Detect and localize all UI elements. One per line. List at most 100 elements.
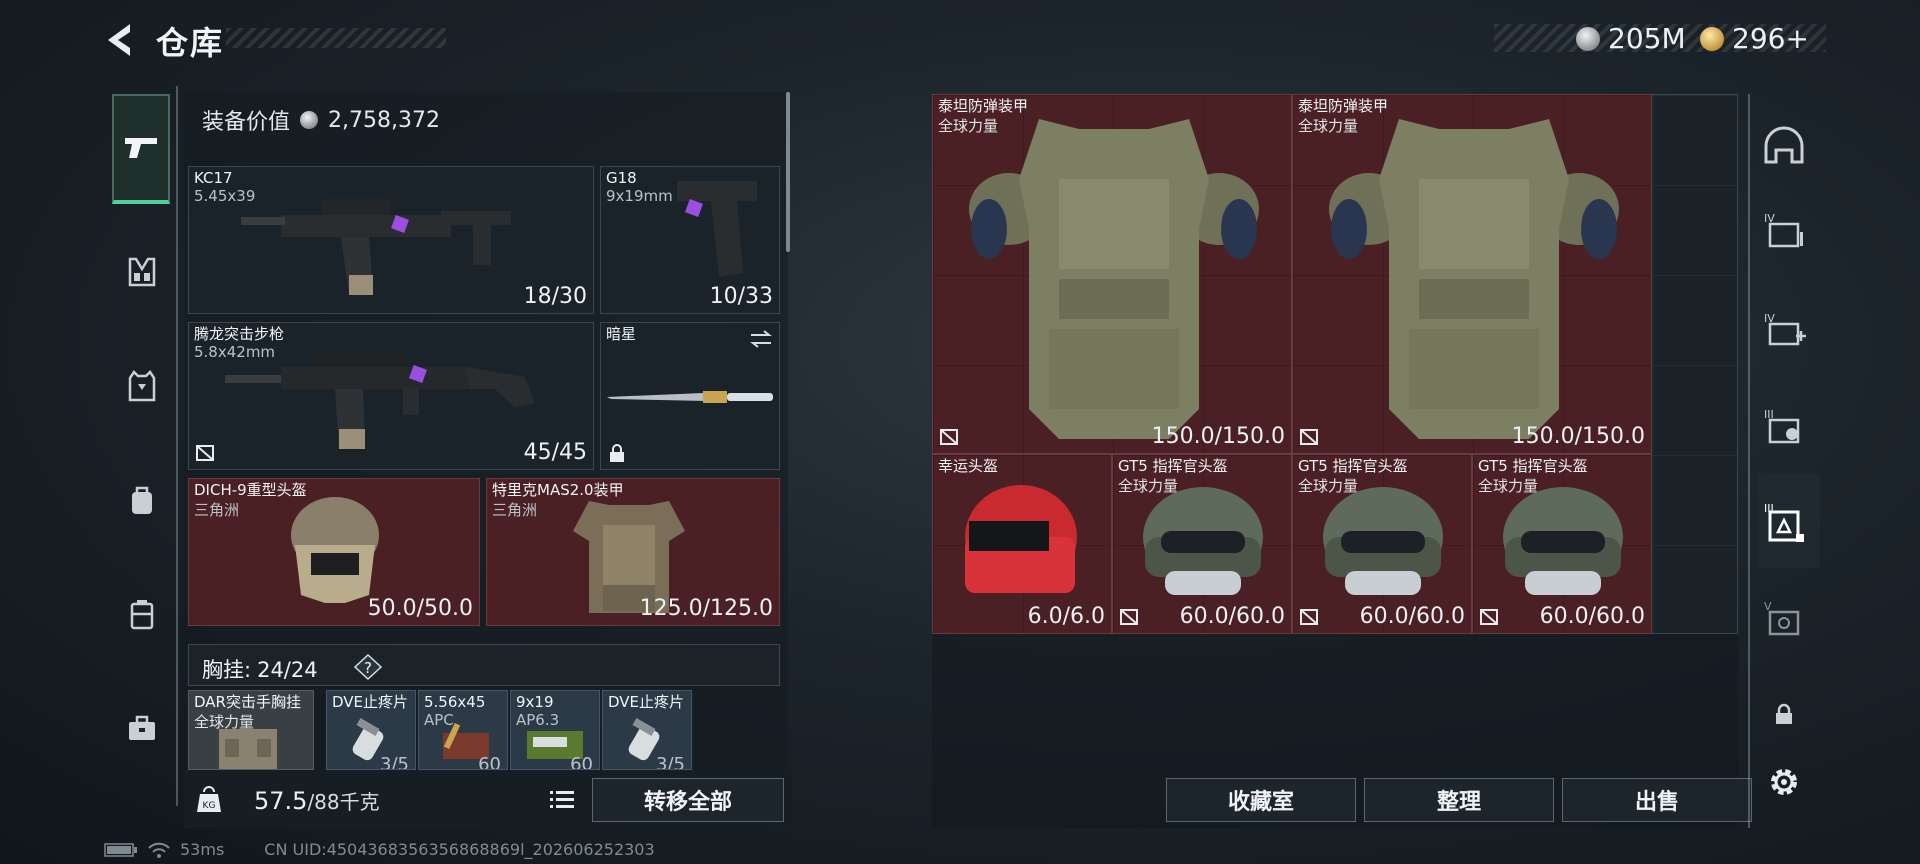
storage-item[interactable]: 泰坦防弹装甲 全球力量 150.0/150.0 [1292,94,1652,454]
chest-rig-item[interactable]: DAR突击手胸挂 全球力量 [188,690,314,770]
case-icon [130,600,154,630]
collection-room-button[interactable]: 收藏室 [1166,778,1356,822]
help-icon[interactable]: ? [353,653,383,681]
lock-icon [1776,703,1792,724]
no-insure-icon [1300,429,1318,445]
storage-tab-iii[interactable]: III [1760,402,1808,450]
inventory-item[interactable]: 9x19 AP6.3 60 [510,690,600,770]
wifi-icon [148,842,170,858]
sell-button[interactable]: 出售 [1562,778,1752,822]
battery-icon [104,842,137,857]
svg-text:KG: KG [203,801,216,811]
item-name: 暗星 [606,325,637,343]
item-durability: 50.0/50.0 [367,596,473,621]
level-v-icon: V [1764,600,1800,636]
back-arrow-icon [108,24,130,56]
toolbox-icon [129,715,155,740]
helmet-slot[interactable]: DICH-9重型头盔 三角洲 50.0/50.0 [188,478,480,626]
item-ammo-count: 45/45 [523,440,587,465]
settings-gear-icon [1771,769,1797,795]
pistol-icon [125,138,157,158]
titan-armor-image [969,119,1259,439]
nav-case[interactable] [114,586,170,642]
gold-coin-icon [1700,26,1724,51]
silver-coin-icon [1576,26,1600,51]
chest-rig-image [219,729,277,769]
level-iii-icon: III [1764,408,1800,444]
transfer-all-button[interactable]: 转移全部 [592,778,784,822]
inventory-item[interactable]: DVE止疼片 3/5 [602,690,692,770]
primary-weapon-slot[interactable]: KC17 5.45x39 18/30 [188,166,594,314]
swap-icon[interactable] [749,329,773,349]
item-caliber: 9x19mm [606,187,673,205]
no-insure-icon [196,445,214,461]
list-icon [550,791,574,808]
item-ammo-count: 10/33 [709,284,773,309]
storage-item[interactable]: 幸运头盔 6.0/6.0 [932,454,1112,634]
silver-coin-icon [300,111,319,129]
nav-weapons[interactable] [112,94,170,204]
rifle-image [241,199,511,295]
page-title: 仓库 [156,24,225,62]
level-iii-active-icon: III [1764,502,1804,542]
armor-slot[interactable]: 特里克MAS2.0装甲 三角洲 125.0/125.0 [486,478,780,626]
item-faction: 三角洲 [492,501,538,519]
backpack-icon [132,486,152,514]
pistol-image [677,181,757,277]
lucky-helmet-image [965,485,1077,593]
left-category-nav [104,86,178,806]
back-button[interactable] [100,18,140,62]
storage-tab-locked[interactable] [1760,690,1808,738]
no-insure-icon [1300,609,1318,625]
equipment-value-label: 装备价值 [202,110,291,135]
lock-icon [610,444,624,462]
knife-image [607,391,773,403]
currency-silver[interactable]: 205M [1576,22,1686,55]
no-insure-icon [1480,609,1498,625]
item-durability: 125.0/125.0 [639,596,773,621]
titan-armor-image [1329,119,1619,439]
user-uid: CN UID:4504368356356868869l_202606252303 [264,840,655,859]
storage-tab-iv-folder[interactable]: IV [1760,206,1808,254]
storage-tab-v[interactable]: V [1760,594,1808,642]
carry-weight: 57.5/88千克 [254,787,380,815]
storage-item[interactable]: GT5 指挥官头盔 全球力量 60.0/60.0 [1112,454,1292,634]
storage-tab-helmet[interactable] [1760,122,1808,170]
level-iv-add-icon: IV [1764,312,1806,346]
storage-item[interactable]: GT5 指挥官头盔 全球力量 60.0/60.0 [1472,454,1652,634]
nav-chest-rig[interactable] [114,244,170,300]
item-name: KC17 [194,169,233,187]
storage-item[interactable]: 泰坦防弹装甲 全球力量 150.0/150.0 [932,94,1292,454]
nav-backpack[interactable] [114,472,170,528]
melee-slot[interactable]: 暗星 [600,322,780,470]
item-ammo-count: 18/30 [523,284,587,309]
sort-button[interactable]: 整理 [1364,778,1554,822]
weight-icon: KG [196,784,222,814]
title-decoration [226,28,446,48]
settings-button[interactable] [1760,758,1808,806]
equipment-value-amount: 2,758,372 [328,107,440,133]
nav-armor[interactable] [114,358,170,414]
storage-item[interactable]: GT5 指挥官头盔 全球力量 60.0/60.0 [1292,454,1472,634]
currency-gold[interactable]: 296+ [1700,22,1809,55]
no-insure-icon [1120,609,1138,625]
equipment-scrollbar[interactable] [786,92,790,252]
storage-tab-iv-add[interactable]: IV [1760,306,1808,354]
commander-helmet-image [1143,487,1263,595]
chest-rig-label: 胸挂: 24/24 [202,658,318,682]
status-bar: 53ms CN UID:4504368356356868869l_2026062… [104,840,655,859]
inventory-item[interactable]: 5.56x45 APC 60 [418,690,508,770]
gold-amount: 296+ [1732,22,1809,55]
heavy-helmet-image [291,497,379,603]
no-insure-icon [940,429,958,445]
nav-toolbox[interactable] [114,700,170,756]
inventory-item[interactable]: DVE止疼片 3/5 [326,690,416,770]
commander-helmet-image [1323,487,1443,595]
armor-vest-icon [128,370,156,402]
list-view-button[interactable] [544,782,580,818]
secondary-weapon-slot[interactable]: G18 9x19mm 10/33 [600,166,780,314]
storage-tab-iii-active[interactable]: III [1760,498,1808,546]
helmet-icon [1764,126,1804,164]
rifle-slot[interactable]: 腾龙突击步枪 5.8x42mm 45/45 [188,322,594,470]
chest-rig-icon [128,257,156,287]
